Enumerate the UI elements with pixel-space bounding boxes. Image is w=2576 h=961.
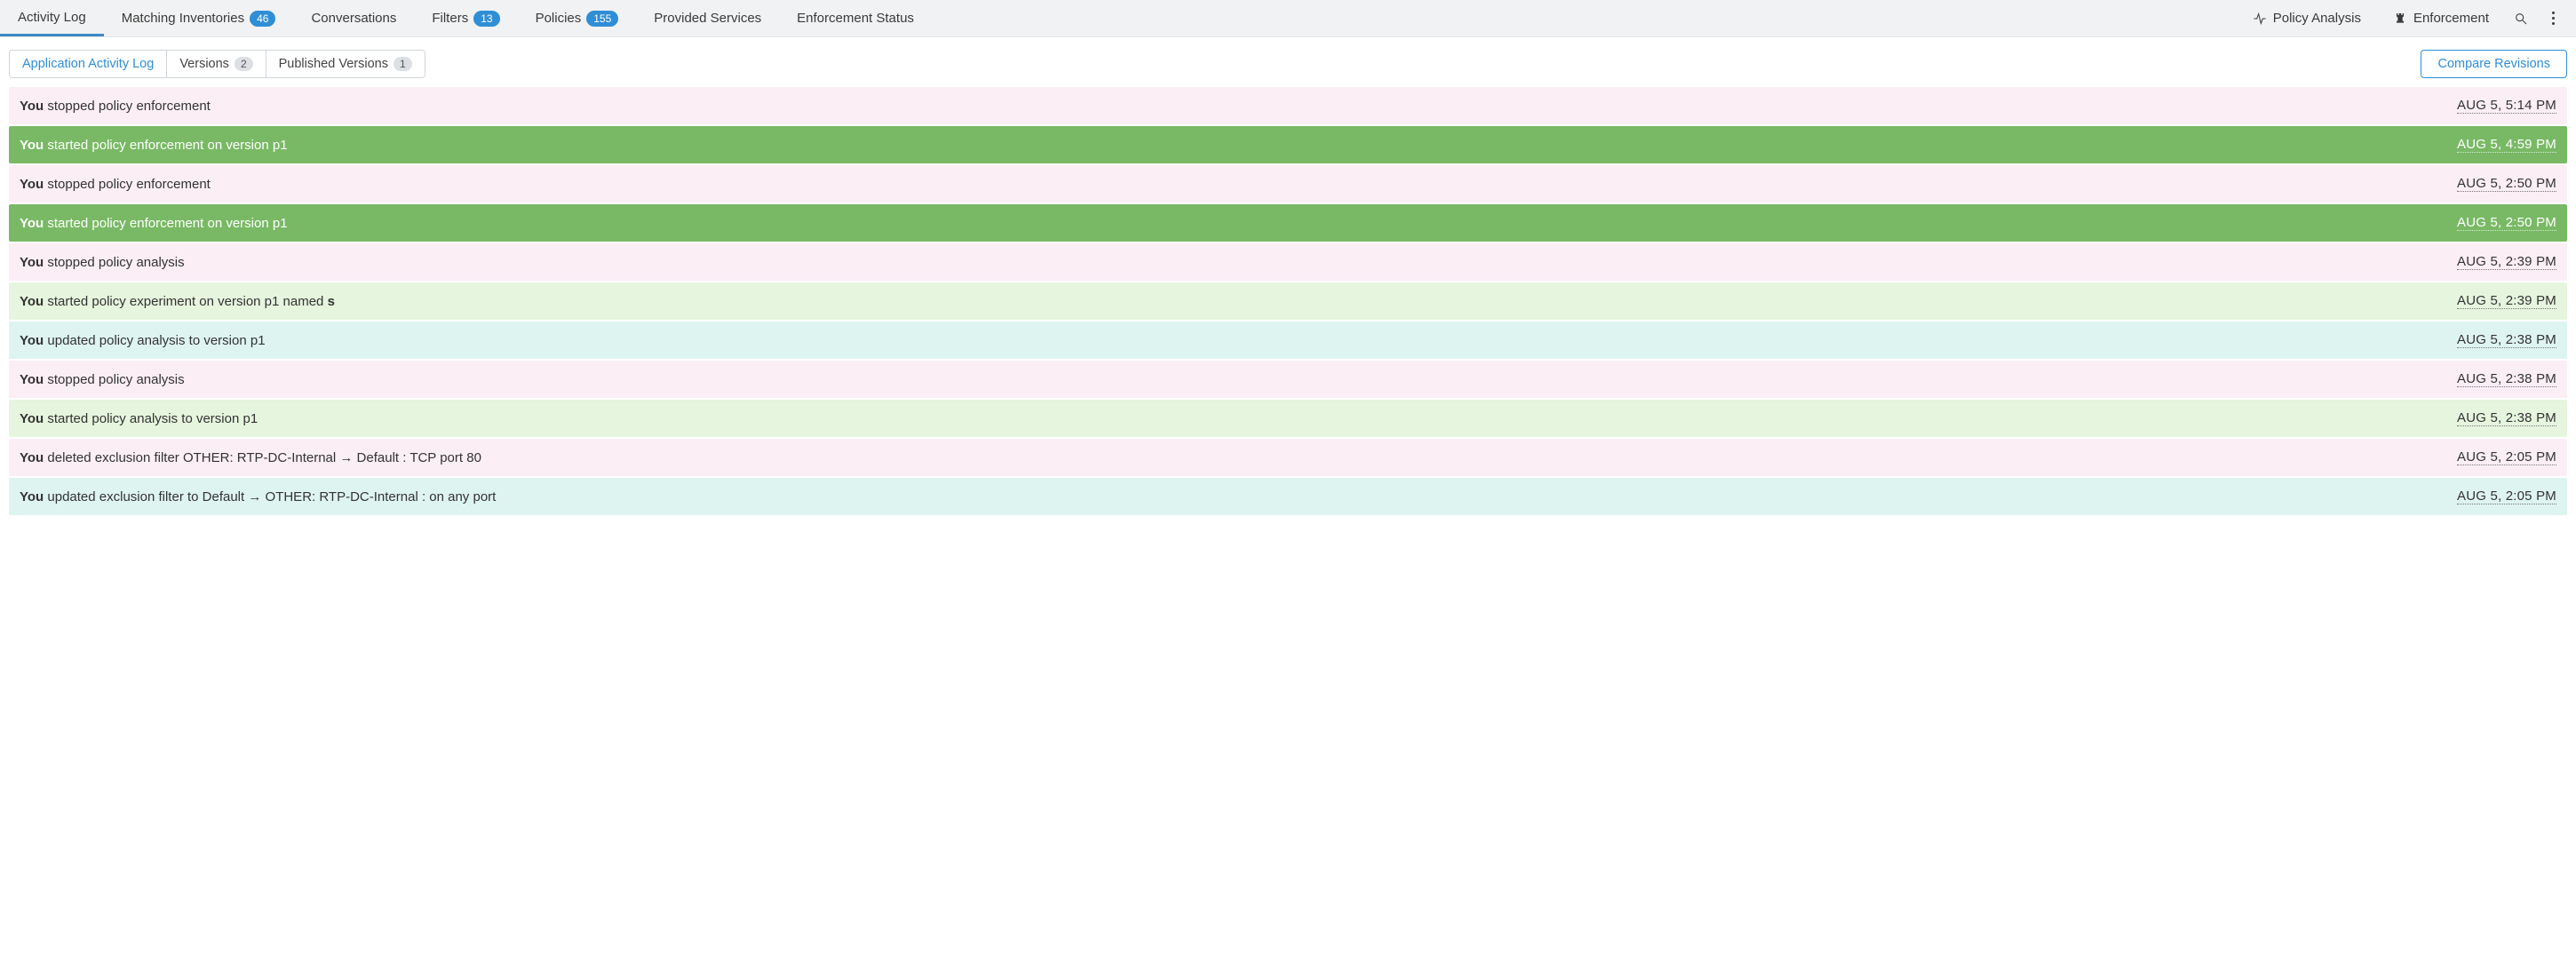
tab-label: Provided Services <box>654 11 761 26</box>
tab-label: Conversations <box>311 11 396 26</box>
top-nav-bar: Activity Log Matching Inventories 46 Con… <box>0 0 2576 37</box>
nav-tabs: Activity Log Matching Inventories 46 Con… <box>0 0 932 36</box>
subtab-label: Application Activity Log <box>22 57 154 71</box>
tab-enforcement-status[interactable]: Enforcement Status <box>779 0 932 36</box>
subtab-versions[interactable]: Versions 2 <box>167 51 266 77</box>
tab-badge: 155 <box>586 11 618 27</box>
log-row: You stopped policy analysis AUG 5, 2:38 … <box>9 361 2567 398</box>
subtab-group: Application Activity Log Versions 2 Publ… <box>9 50 425 78</box>
log-text: started policy experiment on version p1 … <box>44 294 327 309</box>
log-actor: You <box>20 255 44 270</box>
search-icon <box>2514 12 2528 26</box>
policy-analysis-button[interactable]: Policy Analysis <box>2237 0 2377 36</box>
log-timestamp: AUG 5, 2:05 PM <box>2457 488 2556 504</box>
log-message: You updated exclusion filter to Default … <box>20 489 496 504</box>
tab-conversations[interactable]: Conversations <box>293 0 414 36</box>
search-button[interactable] <box>2505 0 2537 36</box>
log-text: started policy analysis to version p1 <box>44 411 258 426</box>
tab-badge: 46 <box>250 11 275 27</box>
log-message: You stopped policy enforcement <box>20 177 211 192</box>
tab-label: Activity Log <box>18 10 86 25</box>
log-row: You updated policy analysis to version p… <box>9 322 2567 359</box>
tab-provided-services[interactable]: Provided Services <box>636 0 779 36</box>
log-actor: You <box>20 411 44 426</box>
log-timestamp: AUG 5, 2:05 PM <box>2457 449 2556 465</box>
nav-right-actions: Policy Analysis Enforcement <box>2237 0 2569 36</box>
log-text: updated exclusion filter to Default → OT… <box>44 489 496 504</box>
subtab-label: Published Versions <box>279 57 388 71</box>
log-timestamp: AUG 5, 2:39 PM <box>2457 254 2556 270</box>
log-actor: You <box>20 177 44 192</box>
log-timestamp: AUG 5, 4:59 PM <box>2457 137 2556 153</box>
log-text: stopped policy analysis <box>44 255 184 270</box>
subtab-published-versions[interactable]: Published Versions 1 <box>266 51 425 77</box>
enforcement-label: Enforcement <box>2413 11 2489 26</box>
log-message: You updated policy analysis to version p… <box>20 333 266 348</box>
kebab-icon <box>2552 12 2555 25</box>
log-text: started policy enforcement on version p1 <box>44 216 287 231</box>
log-message: You stopped policy enforcement <box>20 99 211 114</box>
log-text: stopped policy enforcement <box>44 177 211 192</box>
tab-label: Enforcement Status <box>797 11 914 26</box>
log-message: You stopped policy analysis <box>20 372 185 387</box>
log-timestamp: AUG 5, 2:38 PM <box>2457 332 2556 348</box>
compare-revisions-button[interactable]: Compare Revisions <box>2421 50 2567 78</box>
log-actor: You <box>20 294 44 309</box>
subtab-badge: 2 <box>235 57 253 71</box>
log-row: You stopped policy enforcement AUG 5, 2:… <box>9 165 2567 203</box>
log-message: You deleted exclusion filter OTHER: RTP-… <box>20 450 481 465</box>
subtab-badge: 1 <box>394 57 412 71</box>
tab-badge: 13 <box>473 11 499 27</box>
log-row: You started policy analysis to version p… <box>9 400 2567 437</box>
log-text: stopped policy enforcement <box>44 99 211 114</box>
log-message: You started policy experiment on version… <box>20 294 335 309</box>
log-actor: You <box>20 99 44 114</box>
subtab-row: Application Activity Log Versions 2 Publ… <box>0 37 2576 87</box>
log-row: You stopped policy enforcement AUG 5, 5:… <box>9 87 2567 124</box>
activity-icon <box>2253 12 2267 26</box>
log-actor: You <box>20 450 44 465</box>
log-experiment-name: s <box>328 294 335 309</box>
more-menu-button[interactable] <box>2537 0 2569 36</box>
tab-filters[interactable]: Filters 13 <box>414 0 517 36</box>
log-timestamp: AUG 5, 2:38 PM <box>2457 371 2556 387</box>
subtab-application-activity-log[interactable]: Application Activity Log <box>10 51 167 77</box>
log-row: You started policy enforcement on versio… <box>9 126 2567 163</box>
log-timestamp: AUG 5, 2:50 PM <box>2457 215 2556 231</box>
activity-log-list: You stopped policy enforcement AUG 5, 5:… <box>0 87 2576 526</box>
tab-label: Filters <box>432 11 468 26</box>
log-text: updated policy analysis to version p1 <box>44 333 265 348</box>
log-actor: You <box>20 216 44 231</box>
log-timestamp: AUG 5, 2:50 PM <box>2457 176 2556 192</box>
log-row: You deleted exclusion filter OTHER: RTP-… <box>9 439 2567 476</box>
log-row: You started policy enforcement on versio… <box>9 204 2567 242</box>
log-row: You stopped policy analysis AUG 5, 2:39 … <box>9 243 2567 281</box>
enforcement-button[interactable]: Enforcement <box>2377 0 2505 36</box>
log-message: You started policy enforcement on versio… <box>20 216 288 231</box>
log-actor: You <box>20 333 44 348</box>
tab-activity-log[interactable]: Activity Log <box>0 0 104 36</box>
log-message: You started policy analysis to version p… <box>20 411 258 426</box>
log-timestamp: AUG 5, 5:14 PM <box>2457 98 2556 114</box>
log-text: deleted exclusion filter OTHER: RTP-DC-I… <box>44 450 481 465</box>
log-timestamp: AUG 5, 2:39 PM <box>2457 293 2556 309</box>
log-message: You stopped policy analysis <box>20 255 185 270</box>
tab-policies[interactable]: Policies 155 <box>518 0 637 36</box>
log-timestamp: AUG 5, 2:38 PM <box>2457 410 2556 426</box>
log-text: started policy enforcement on version p1 <box>44 138 287 153</box>
tab-label: Policies <box>536 11 582 26</box>
subtab-label: Versions <box>179 57 229 71</box>
log-actor: You <box>20 372 44 387</box>
tab-matching-inventories[interactable]: Matching Inventories 46 <box>104 0 294 36</box>
log-row: You started policy experiment on version… <box>9 282 2567 320</box>
log-actor: You <box>20 489 44 504</box>
log-row: You updated exclusion filter to Default … <box>9 478 2567 515</box>
log-text: stopped policy analysis <box>44 372 184 387</box>
log-actor: You <box>20 138 44 153</box>
policy-analysis-label: Policy Analysis <box>2273 11 2361 26</box>
log-message: You started policy enforcement on versio… <box>20 138 288 153</box>
rook-icon <box>2393 12 2407 26</box>
tab-label: Matching Inventories <box>122 11 244 26</box>
